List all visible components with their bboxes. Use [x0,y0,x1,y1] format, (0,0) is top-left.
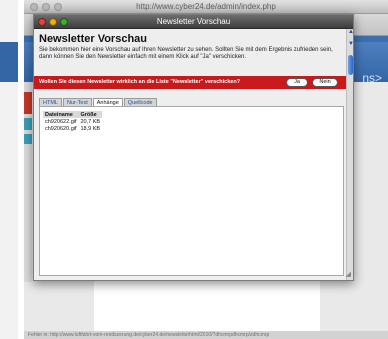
side-tab-red[interactable] [24,92,32,114]
attachments-table: Dateiname Größe ch920622.gif 20,7 KB ch9… [43,111,103,132]
file-name[interactable]: ch920620.gif [43,125,79,132]
scroll-thumb[interactable] [348,55,353,75]
side-tab-teal-2[interactable] [24,134,32,144]
yes-button[interactable]: Ja [286,78,308,87]
newsletter-preview-dialog: Newsletter Vorschau Newsletter Vorschau … [33,14,354,281]
table-row: ch920622.gif 20,7 KB [43,118,102,125]
dialog-heading: Newsletter Vorschau [39,33,148,45]
dialog-window-title: Newsletter Vorschau [156,17,231,26]
attachments-panel: Dateiname Größe ch920622.gif 20,7 KB ch9… [39,106,344,276]
dialog-body: Newsletter Vorschau Sie bekommen hier ei… [34,29,354,280]
background-status-bar: Fehler in: http://www.luftfahrt-vom-rend… [24,331,388,339]
background-side-tabs [24,82,32,282]
scroll-down-arrow-icon[interactable]: ▼ [348,41,354,47]
file-size: 20,7 KB [80,118,101,125]
scroll-up-arrow-icon[interactable]: ▲ [348,29,354,35]
column-header-size: Größe [78,111,103,118]
background-content-area [94,280,320,332]
dialog-scrollbar[interactable]: ▲ ▼ [346,29,354,280]
left-nav-band [0,42,18,82]
column-header-filename: Dateiname [43,111,79,118]
table-header-row: Dateiname Größe [43,111,103,118]
file-size: 18,9 KB [80,125,101,132]
dialog-titlebar[interactable]: Newsletter Vorschau [34,15,353,29]
resize-grip-icon[interactable]: ◢ [346,270,351,278]
dialog-intro-text: Sie bekommen hier eine Vorschau auf Ihre… [39,47,333,60]
background-titlebar: http://www.cyber24.de/admin/index.php [24,0,388,14]
no-button[interactable]: Nein [312,78,338,87]
confirm-bar: Wollen Sie diesen Newsletter wirklich an… [34,76,346,89]
table-row: ch920620.gif 18,9 KB [43,125,102,132]
confirm-question: Wollen Sie diesen Newsletter wirklich an… [39,79,241,85]
left-background-strip [0,0,18,339]
file-name[interactable]: ch920622.gif [43,118,79,125]
background-nav-text: ns> [362,71,382,85]
background-window-title: http://www.cyber24.de/admin/index.php [136,2,276,11]
side-tab-teal[interactable] [24,118,32,130]
